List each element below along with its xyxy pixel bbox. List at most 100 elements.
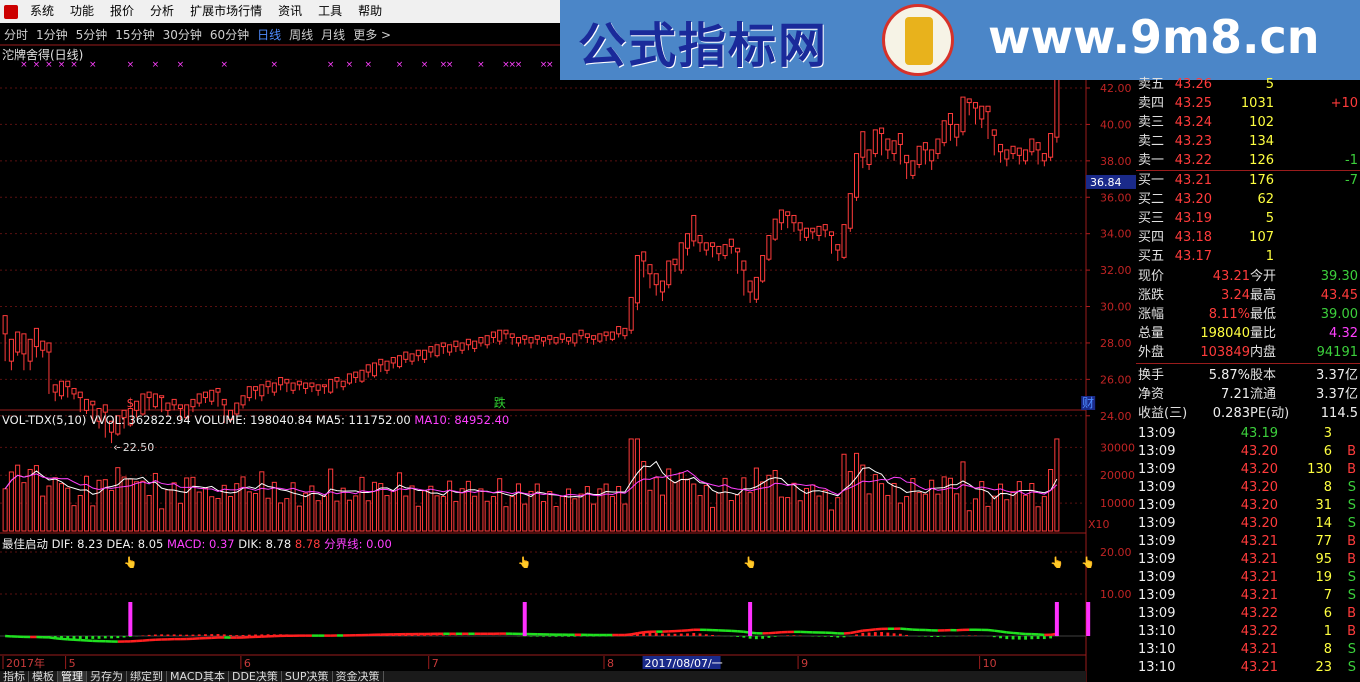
stat-row[interactable]: 总量 198040 量比 4.32 [1136,324,1360,343]
stat-value: 43.45 [1320,288,1358,303]
stat-value: 94191 [1316,345,1358,360]
volume-bar [966,510,972,532]
volume-bar [697,495,703,532]
bottom-tab[interactable]: 模板 [29,671,58,682]
kline-chart[interactable]: 42.00 40.00 38.00 36.00 34.00 32.00 30.00 28.00… [0,0,1136,682]
bottom-tab[interactable]: 绑定到 [127,671,167,682]
volume-bar [841,453,847,532]
bid-row[interactable]: 买五 43.17 1 [1136,247,1360,266]
ask-row[interactable]: 卖五 43.26 5 [1136,75,1360,94]
tick-price: 43.21 [1240,660,1278,675]
volume-bar [866,493,872,532]
bid-row[interactable]: 买二 43.20 62 [1136,190,1360,209]
candle-body [409,353,415,362]
bid-row[interactable]: 买一 43.21 176 -7 [1136,171,1360,190]
ask-row[interactable]: 卖四 43.25 1031 +10 [1136,94,1360,113]
candle-body [791,214,797,224]
tick-row[interactable]: 13:09 43.20 8 S [1136,478,1360,497]
stat-row[interactable]: 涨跌 3.24 最高 43.45 [1136,286,1360,305]
bid-row[interactable]: 买三 43.19 5 [1136,209,1360,228]
stat-row[interactable]: 换手 5.87% 股本 3.37亿 [1136,366,1360,385]
volume-bar [184,477,190,532]
ask-row[interactable]: 卖二 43.23 134 [1136,132,1360,151]
volume-bar [159,508,165,532]
tick-side: S [1347,660,1356,675]
stat-label: 最低 [1250,307,1277,322]
volume-bar [346,499,352,532]
volume-bar [271,481,277,532]
ask-row[interactable]: 卖一 43.22 126 -1 [1136,151,1360,170]
candle-body [453,340,459,348]
tick-price: 43.20 [1240,462,1278,477]
volume-bar [497,478,503,532]
candle-body [52,384,58,393]
tick-row[interactable]: 13:10 43.22 1 B [1136,622,1360,641]
bottom-tab[interactable]: MACD其本 [167,671,229,682]
candle-body [1054,78,1060,138]
volume-bar [177,502,183,532]
stat-row[interactable]: 现价 43.21 今开 39.30 [1136,267,1360,286]
stat-label: 收益(三) [1138,406,1188,421]
tick-row[interactable]: 13:09 43.21 77 B [1136,532,1360,551]
tick-row[interactable]: 13:09 43.20 130 B [1136,460,1360,479]
candle-body [140,393,146,415]
tick-row[interactable]: 13:09 43.19 3 [1136,424,1360,443]
candle-body [284,378,290,384]
tick-row[interactable]: 13:09 43.20 14 S [1136,514,1360,533]
macd-dif: DIF: 8.23 [51,537,103,551]
candle-body [722,244,728,257]
tick-side: B [1347,552,1356,567]
stat-label: 最高 [1250,288,1277,303]
volume-bar [353,495,359,532]
candle-body [259,384,265,397]
vol-ma10: MA10: 84952.40 [414,413,510,427]
signal-cross-icon: × [20,60,28,70]
bottom-tab[interactable]: 资金决策 [333,671,384,682]
tick-price: 43.21 [1240,588,1278,603]
bottom-tab[interactable]: SUP决策 [282,671,333,682]
stat-row[interactable]: 收益(三) 0.283 PE(动) 114.5 [1136,404,1360,423]
tick-time: 13:09 [1138,552,1176,567]
volume-bar [415,505,421,532]
signal-cross-icon: × [546,60,554,70]
volume-bar [515,483,522,532]
candle-body [340,380,346,388]
bottom-tab-manage[interactable]: 管理 [58,671,87,682]
bottom-tab[interactable]: DDE决策 [229,671,282,682]
tick-row[interactable]: 13:09 43.22 6 B [1136,604,1360,623]
tick-row[interactable]: 13:09 43.20 31 S [1136,496,1360,515]
ask-price: 43.25 [1174,96,1212,111]
candle-body [440,342,446,348]
candle-body [15,331,21,353]
tick-row[interactable]: 13:09 43.21 19 S [1136,568,1360,587]
dif-line-segment [850,630,857,635]
tick-row[interactable]: 13:09 43.21 7 S [1136,586,1360,605]
bid-row[interactable]: 买四 43.18 107 [1136,228,1360,247]
ask-row[interactable]: 卖三 43.24 102 [1136,113,1360,132]
tick-price: 43.22 [1240,606,1278,621]
tick-row[interactable]: 13:09 43.21 95 B [1136,550,1360,569]
volume-bar [215,497,221,532]
volume-bar [465,480,471,532]
stat-row[interactable]: 涨幅 8.11% 最低 39.00 [1136,305,1360,324]
tick-row[interactable]: 13:10 43.21 8 S [1136,640,1360,659]
tick-row[interactable]: 13:09 43.20 6 B [1136,442,1360,461]
candle-body [797,222,803,231]
ask-volume: 102 [1249,115,1274,130]
volume-bar [422,490,428,532]
bottom-tab[interactable]: 指标 [0,671,29,682]
bottom-tab[interactable]: 另存为 [87,671,127,682]
candle-body [741,260,747,271]
stat-row[interactable]: 外盘 103849 内盘 94191 [1136,343,1360,362]
candle-body [309,382,315,388]
price-tick-label: 36.00 [1100,191,1132,204]
volume-bar [991,495,997,532]
tick-row[interactable]: 13:10 43.21 23 S [1136,658,1360,677]
volume-bar [860,464,866,532]
volume-bar [115,467,121,532]
date-label: 5 [69,657,76,670]
stat-row[interactable]: 净资 7.21 流通 3.37亿 [1136,385,1360,404]
volume-bar [1023,494,1029,532]
bid-price: 43.20 [1174,192,1212,207]
candle-body [177,404,183,410]
